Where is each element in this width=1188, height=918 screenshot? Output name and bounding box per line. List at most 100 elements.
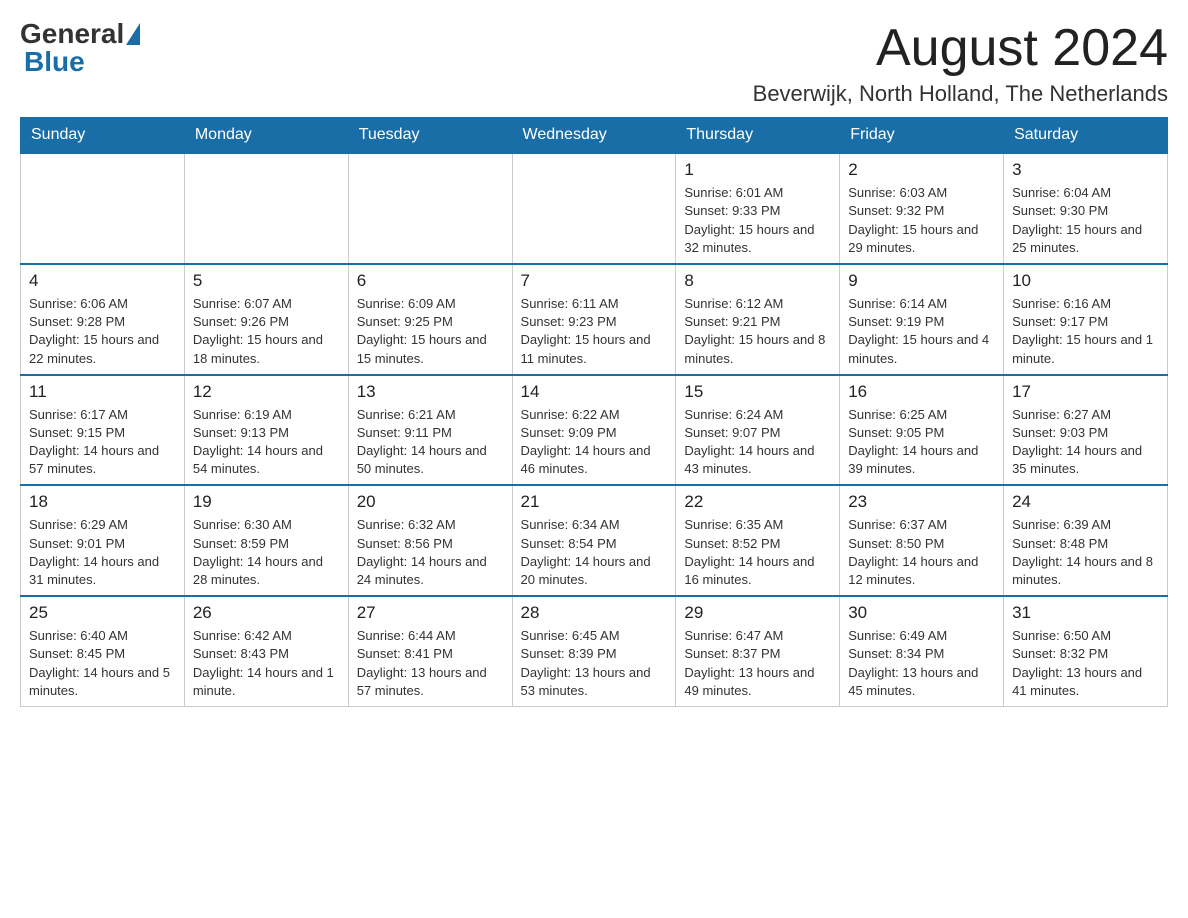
- day-number: 6: [357, 271, 504, 291]
- weekday-header-thursday: Thursday: [676, 118, 840, 154]
- day-number: 26: [193, 603, 340, 623]
- calendar-cell: 11Sunrise: 6:17 AM Sunset: 9:15 PM Dayli…: [21, 375, 185, 486]
- day-number: 13: [357, 382, 504, 402]
- week-row-2: 4 Sunrise: 6:06 AM Sunset: 9:28 PM Daylig…: [21, 264, 1168, 375]
- page-header: General Blue August 2024 Beverwijk, Nort…: [20, 20, 1168, 107]
- day-number: 21: [521, 492, 668, 512]
- calendar-cell: [21, 153, 185, 264]
- calendar-cell: 18 Sunrise: 6:29 AM Sunset: 9:01 PM Dayli…: [21, 485, 185, 596]
- day-info: Sunrise: 6:39 AM Sunset: 8:48 PM Dayligh…: [1012, 516, 1159, 589]
- day-number: 18: [29, 492, 176, 512]
- day-info: Sunrise: 6:25 AM Sunset: 9:05 PM Dayligh…: [848, 406, 995, 479]
- calendar-cell: 16Sunrise: 6:25 AM Sunset: 9:05 PM Dayli…: [840, 375, 1004, 486]
- calendar-cell: 14Sunrise: 6:22 AM Sunset: 9:09 PM Dayli…: [512, 375, 676, 486]
- logo-general-text: General: [20, 20, 124, 48]
- day-info: Sunrise: 6:32 AM Sunset: 8:56 PM Dayligh…: [357, 516, 504, 589]
- day-number: 28: [521, 603, 668, 623]
- day-info: Sunrise: 6:14 AM Sunset: 9:19 PM Dayligh…: [848, 295, 995, 368]
- day-number: 10: [1012, 271, 1159, 291]
- calendar-cell: 10 Sunrise: 6:16 AM Sunset: 9:17 PM Dayli…: [1004, 264, 1168, 375]
- day-info: Sunrise: 6:17 AM Sunset: 9:15 PM Dayligh…: [29, 406, 176, 479]
- day-info: Sunrise: 6:30 AM Sunset: 8:59 PM Dayligh…: [193, 516, 340, 589]
- weekday-header-row: SundayMondayTuesdayWednesdayThursdayFrid…: [21, 118, 1168, 154]
- day-number: 12: [193, 382, 340, 402]
- day-info: Sunrise: 6:21 AM Sunset: 9:11 PM Dayligh…: [357, 406, 504, 479]
- day-number: 17: [1012, 382, 1159, 402]
- calendar-cell: 29Sunrise: 6:47 AM Sunset: 8:37 PM Dayli…: [676, 596, 840, 706]
- calendar-cell: 27 Sunrise: 6:44 AM Sunset: 8:41 PM Dayli…: [348, 596, 512, 706]
- week-row-3: 11Sunrise: 6:17 AM Sunset: 9:15 PM Dayli…: [21, 375, 1168, 486]
- day-number: 20: [357, 492, 504, 512]
- calendar-cell: 3 Sunrise: 6:04 AM Sunset: 9:30 PM Daylig…: [1004, 153, 1168, 264]
- day-number: 2: [848, 160, 995, 180]
- day-info: Sunrise: 6:04 AM Sunset: 9:30 PM Dayligh…: [1012, 184, 1159, 257]
- day-info: Sunrise: 6:29 AM Sunset: 9:01 PM Dayligh…: [29, 516, 176, 589]
- day-number: 5: [193, 271, 340, 291]
- logo-triangle-icon: [126, 23, 140, 45]
- day-info: Sunrise: 6:49 AM Sunset: 8:34 PM Dayligh…: [848, 627, 995, 700]
- day-info: Sunrise: 6:50 AM Sunset: 8:32 PM Dayligh…: [1012, 627, 1159, 700]
- calendar-cell: 23 Sunrise: 6:37 AM Sunset: 8:50 PM Dayli…: [840, 485, 1004, 596]
- day-number: 23: [848, 492, 995, 512]
- day-info: Sunrise: 6:03 AM Sunset: 9:32 PM Dayligh…: [848, 184, 995, 257]
- day-number: 9: [848, 271, 995, 291]
- day-info: Sunrise: 6:22 AM Sunset: 9:09 PM Dayligh…: [521, 406, 668, 479]
- day-number: 27: [357, 603, 504, 623]
- calendar-cell: 24 Sunrise: 6:39 AM Sunset: 8:48 PM Dayli…: [1004, 485, 1168, 596]
- calendar-cell: 22 Sunrise: 6:35 AM Sunset: 8:52 PM Dayli…: [676, 485, 840, 596]
- logo-blue-text: Blue: [24, 48, 85, 76]
- calendar-cell: [512, 153, 676, 264]
- calendar-cell: 30 Sunrise: 6:49 AM Sunset: 8:34 PM Dayli…: [840, 596, 1004, 706]
- week-row-5: 25Sunrise: 6:40 AM Sunset: 8:45 PM Dayli…: [21, 596, 1168, 706]
- calendar-cell: 28Sunrise: 6:45 AM Sunset: 8:39 PM Dayli…: [512, 596, 676, 706]
- day-info: Sunrise: 6:44 AM Sunset: 8:41 PM Dayligh…: [357, 627, 504, 700]
- calendar-cell: 6 Sunrise: 6:09 AM Sunset: 9:25 PM Daylig…: [348, 264, 512, 375]
- day-number: 30: [848, 603, 995, 623]
- weekday-header-friday: Friday: [840, 118, 1004, 154]
- day-info: Sunrise: 6:19 AM Sunset: 9:13 PM Dayligh…: [193, 406, 340, 479]
- day-info: Sunrise: 6:37 AM Sunset: 8:50 PM Dayligh…: [848, 516, 995, 589]
- calendar-cell: 2 Sunrise: 6:03 AM Sunset: 9:32 PM Daylig…: [840, 153, 1004, 264]
- day-info: Sunrise: 6:24 AM Sunset: 9:07 PM Dayligh…: [684, 406, 831, 479]
- day-info: Sunrise: 6:07 AM Sunset: 9:26 PM Dayligh…: [193, 295, 340, 368]
- weekday-header-wednesday: Wednesday: [512, 118, 676, 154]
- day-number: 22: [684, 492, 831, 512]
- day-info: Sunrise: 6:42 AM Sunset: 8:43 PM Dayligh…: [193, 627, 340, 700]
- calendar-cell: 31 Sunrise: 6:50 AM Sunset: 8:32 PM Dayli…: [1004, 596, 1168, 706]
- weekday-header-tuesday: Tuesday: [348, 118, 512, 154]
- day-number: 3: [1012, 160, 1159, 180]
- calendar-cell: 8 Sunrise: 6:12 AM Sunset: 9:21 PM Daylig…: [676, 264, 840, 375]
- calendar-cell: 25Sunrise: 6:40 AM Sunset: 8:45 PM Dayli…: [21, 596, 185, 706]
- calendar-cell: 15 Sunrise: 6:24 AM Sunset: 9:07 PM Dayli…: [676, 375, 840, 486]
- calendar-cell: 9 Sunrise: 6:14 AM Sunset: 9:19 PM Daylig…: [840, 264, 1004, 375]
- month-title: August 2024: [753, 20, 1168, 77]
- calendar-cell: 4 Sunrise: 6:06 AM Sunset: 9:28 PM Daylig…: [21, 264, 185, 375]
- day-info: Sunrise: 6:40 AM Sunset: 8:45 PM Dayligh…: [29, 627, 176, 700]
- calendar-cell: 17Sunrise: 6:27 AM Sunset: 9:03 PM Dayli…: [1004, 375, 1168, 486]
- weekday-header-sunday: Sunday: [21, 118, 185, 154]
- day-number: 7: [521, 271, 668, 291]
- day-number: 15: [684, 382, 831, 402]
- day-info: Sunrise: 6:35 AM Sunset: 8:52 PM Dayligh…: [684, 516, 831, 589]
- day-info: Sunrise: 6:11 AM Sunset: 9:23 PM Dayligh…: [521, 295, 668, 368]
- calendar-cell: 5 Sunrise: 6:07 AM Sunset: 9:26 PM Daylig…: [184, 264, 348, 375]
- day-info: Sunrise: 6:47 AM Sunset: 8:37 PM Dayligh…: [684, 627, 831, 700]
- calendar-cell: 1Sunrise: 6:01 AM Sunset: 9:33 PM Daylig…: [676, 153, 840, 264]
- calendar-cell: 21Sunrise: 6:34 AM Sunset: 8:54 PM Dayli…: [512, 485, 676, 596]
- day-number: 1: [684, 160, 831, 180]
- day-number: 31: [1012, 603, 1159, 623]
- day-info: Sunrise: 6:09 AM Sunset: 9:25 PM Dayligh…: [357, 295, 504, 368]
- day-info: Sunrise: 6:16 AM Sunset: 9:17 PM Dayligh…: [1012, 295, 1159, 368]
- day-number: 24: [1012, 492, 1159, 512]
- day-number: 19: [193, 492, 340, 512]
- day-number: 4: [29, 271, 176, 291]
- logo: General Blue: [20, 20, 140, 76]
- calendar-cell: [348, 153, 512, 264]
- day-info: Sunrise: 6:12 AM Sunset: 9:21 PM Dayligh…: [684, 295, 831, 368]
- week-row-1: 1Sunrise: 6:01 AM Sunset: 9:33 PM Daylig…: [21, 153, 1168, 264]
- calendar-table: SundayMondayTuesdayWednesdayThursdayFrid…: [20, 117, 1168, 707]
- calendar-cell: 7 Sunrise: 6:11 AM Sunset: 9:23 PM Daylig…: [512, 264, 676, 375]
- day-info: Sunrise: 6:06 AM Sunset: 9:28 PM Dayligh…: [29, 295, 176, 368]
- title-area: August 2024 Beverwijk, North Holland, Th…: [753, 20, 1168, 107]
- day-number: 8: [684, 271, 831, 291]
